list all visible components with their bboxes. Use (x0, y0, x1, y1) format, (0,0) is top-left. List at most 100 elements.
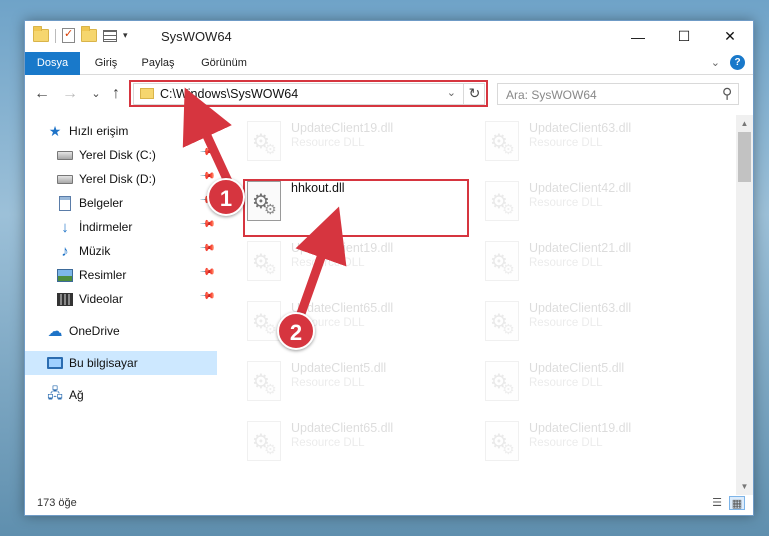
file-name: UpdateClient42.dll (529, 181, 632, 195)
file-tile[interactable]: ⚙ ⚙ UpdateClient65.dll Resource DLL (241, 415, 471, 473)
recent-locations-button[interactable]: ⌄ (87, 84, 105, 104)
dll-file-icon: ⚙ ⚙ (485, 241, 519, 281)
scroll-up-icon[interactable]: ▲ (736, 115, 753, 132)
file-tile[interactable]: ⚙ ⚙ UpdateClient65.dll Resource DLL (241, 295, 471, 353)
folder-icon (33, 26, 49, 42)
file-type: Resource DLL (529, 137, 603, 149)
pin-icon[interactable]: 📌 (198, 288, 215, 305)
sidebar-item-quick-access[interactable]: ★ Hızlı erişim (25, 119, 217, 143)
file-tile[interactable]: ⚙ ⚙ UpdateClient5.dll Resource DLL (479, 355, 709, 413)
explorer-window: ▾ SysWOW64 — ☐ ✕ Dosya Giriş Paylaş Görü… (24, 20, 754, 516)
back-button[interactable]: ← (33, 84, 51, 104)
view-icon[interactable] (103, 29, 117, 42)
address-highlight-box (129, 80, 488, 107)
file-type: Resource DLL (291, 437, 365, 449)
ribbon-right-controls: ⌄ ? (711, 55, 745, 70)
sidebar-item-label: OneDrive (69, 324, 120, 338)
dll-file-icon: ⚙ ⚙ (485, 121, 519, 161)
tab-share[interactable]: Paylaş (135, 52, 181, 75)
sidebar-item-this-pc[interactable]: Bu bilgisayar (25, 351, 217, 375)
step-2-badge: 2 (277, 312, 315, 350)
file-tile[interactable]: ⚙ ⚙ UpdateClient19.dll Resource DLL (241, 235, 471, 293)
details-view-icon[interactable]: ☰ (709, 496, 725, 510)
dll-file-icon: ⚙ ⚙ (485, 361, 519, 401)
toolbar-divider (55, 28, 56, 43)
star-icon: ★ (48, 122, 62, 139)
close-button[interactable]: ✕ (707, 21, 753, 52)
file-list: ⚙ ⚙ UpdateClient19.dll Resource DLL ⚙ ⚙ Up… (241, 115, 735, 495)
sidebar-item-label: Yerel Disk (D:) (79, 172, 156, 186)
status-bar: 173 öğe ☰ ▦ (25, 493, 753, 515)
ribbon: Dosya Giriş Paylaş Görünüm ⌄ ? (25, 52, 753, 75)
sidebar-item-label: Videolar (79, 292, 123, 306)
tab-view[interactable]: Görünüm (195, 52, 253, 75)
sidebar-item-downloads[interactable]: ↓ İndirmeler 📌 (25, 215, 217, 239)
file-name: UpdateClient63.dll (529, 301, 632, 315)
documents-icon (57, 195, 73, 211)
file-name: UpdateClient19.dll (291, 121, 394, 135)
help-icon[interactable]: ? (730, 55, 745, 70)
file-tile[interactable]: ⚙ ⚙ UpdateClient63.dll Resource DLL (479, 115, 709, 173)
tab-home[interactable]: Giriş (88, 52, 124, 75)
file-tile[interactable]: ⚙ ⚙ UpdateClient42.dll Resource DLL (479, 175, 709, 233)
file-tile[interactable]: ⚙ ⚙ UpdateClient21.dll Resource DLL (479, 235, 709, 293)
expand-ribbon-icon[interactable]: ⌄ (711, 56, 720, 69)
sidebar-item-local-disk-d[interactable]: Yerel Disk (D:) 📌 (25, 167, 217, 191)
dll-file-icon: ⚙ ⚙ (247, 421, 281, 461)
tab-file[interactable]: Dosya (25, 52, 80, 75)
file-tile[interactable]: ⚙ ⚙ UpdateClient5.dll Resource DLL (241, 355, 471, 413)
dll-file-icon: ⚙ ⚙ (247, 361, 281, 401)
downloads-icon: ↓ (61, 218, 69, 236)
file-type: Resource DLL (529, 377, 603, 389)
vertical-scrollbar[interactable]: ▲ ▼ (736, 115, 753, 495)
sidebar-item-label: Ağ (69, 388, 84, 402)
sidebar-item-videos[interactable]: Videolar 📌 (25, 287, 217, 311)
properties-icon[interactable] (62, 27, 75, 43)
dll-file-icon: ⚙ ⚙ (485, 181, 519, 221)
maximize-icon: ☐ (677, 28, 691, 44)
sidebar-item-label: Hızlı erişim (69, 124, 129, 138)
pictures-icon (57, 267, 73, 283)
file-name: UpdateClient5.dll (291, 361, 387, 375)
music-icon: ♪ (61, 242, 69, 260)
maximize-button[interactable]: ☐ (661, 21, 707, 52)
new-folder-icon[interactable] (81, 26, 97, 42)
sidebar-item-label: Yerel Disk (C:) (79, 148, 156, 162)
minimize-button[interactable]: — (615, 21, 661, 52)
file-tile[interactable]: ⚙ ⚙ UpdateClient63.dll Resource DLL (479, 295, 709, 353)
dll-file-icon: ⚙ ⚙ (247, 121, 281, 161)
sidebar-item-pictures[interactable]: Resimler 📌 (25, 263, 217, 287)
search-icon[interactable]: ⚲ (722, 85, 732, 102)
search-box[interactable]: Ara: SysWOW64 ⚲ (497, 83, 739, 105)
scroll-thumb[interactable] (738, 132, 751, 182)
videos-icon (57, 291, 73, 307)
sidebar-item-network[interactable]: 🖧 Ağ (25, 383, 217, 407)
window-title: SysWOW64 (161, 29, 232, 44)
disk-icon (57, 171, 73, 187)
up-button[interactable]: ↑ (107, 84, 125, 104)
sidebar-item-music[interactable]: ♪ Müzik 📌 (25, 239, 217, 263)
pin-icon[interactable]: 📌 (198, 240, 215, 257)
forward-button[interactable]: → (61, 84, 79, 104)
sidebar-item-documents[interactable]: Belgeler 📌 (25, 191, 217, 215)
customize-toolbar-icon[interactable]: ▾ (123, 30, 128, 41)
onedrive-icon: ☁ (47, 323, 63, 340)
tiles-view-icon[interactable]: ▦ (729, 496, 745, 510)
sidebar-item-label: Belgeler (79, 196, 124, 210)
file-type: Resource DLL (291, 257, 365, 269)
file-tile[interactable]: ⚙ ⚙ UpdateClient19.dll Resource DLL (479, 415, 709, 473)
file-type: Resource DLL (529, 197, 603, 209)
file-name: UpdateClient63.dll (529, 121, 632, 135)
pin-icon[interactable]: 📌 (198, 216, 215, 233)
item-count: 173 öğe (37, 497, 77, 509)
file-name: UpdateClient19.dll (291, 241, 394, 255)
title-bar: ▾ SysWOW64 — ☐ ✕ (25, 21, 753, 52)
pin-icon[interactable]: 📌 (198, 264, 215, 281)
file-name: UpdateClient19.dll (529, 421, 632, 435)
file-tile[interactable]: ⚙ ⚙ UpdateClient19.dll Resource DLL (241, 115, 471, 173)
pin-icon[interactable]: 📌 (198, 144, 215, 161)
sidebar-item-label: Müzik (79, 244, 111, 258)
this-pc-icon (47, 355, 63, 371)
sidebar-item-local-disk-c[interactable]: Yerel Disk (C:) 📌 (25, 143, 217, 167)
sidebar-item-onedrive[interactable]: ☁ OneDrive (25, 319, 217, 343)
